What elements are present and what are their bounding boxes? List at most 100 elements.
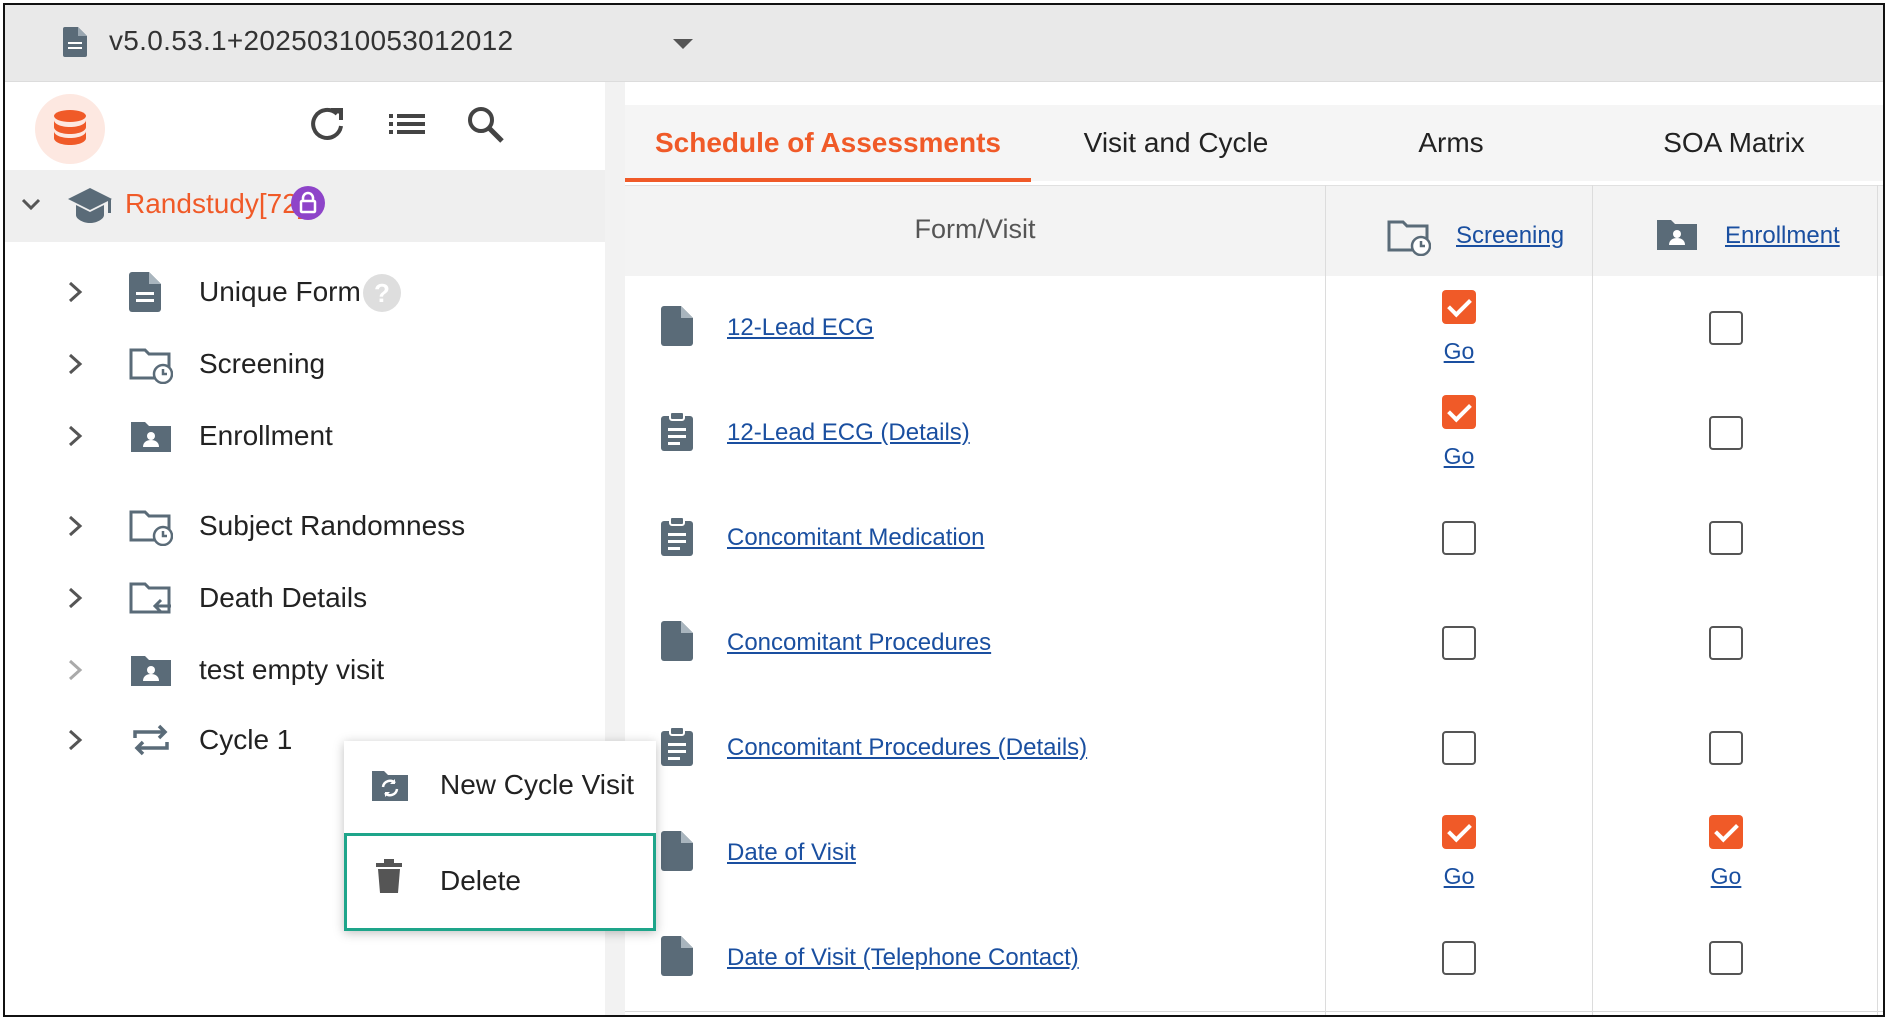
chevron-right-icon[interactable] <box>65 586 85 615</box>
chevron-right-icon[interactable] <box>65 658 85 687</box>
form-link[interactable]: Date of Visit (Telephone Contact) <box>727 944 1079 972</box>
chevron-right-icon[interactable] <box>65 514 85 543</box>
tree-item-label: Subject Randomness <box>199 510 466 541</box>
version-label: v5.0.53.1+20250310053012012 <box>109 25 514 56</box>
checkbox[interactable] <box>1709 311 1743 345</box>
table-row: Date of Visit (Telephone Contact) <box>625 906 1883 1012</box>
checkbox[interactable] <box>1709 521 1743 555</box>
visit-cell <box>1326 906 1590 1011</box>
tree-item-label: Enrollment <box>199 420 333 451</box>
checkbox[interactable] <box>1709 416 1743 450</box>
checkbox[interactable] <box>1442 626 1476 660</box>
folder-clock-icon <box>129 344 174 389</box>
refresh-icon[interactable] <box>307 104 347 149</box>
search-icon[interactable] <box>465 104 505 149</box>
tree-root-study[interactable]: Randstudy[72] <box>5 170 605 242</box>
visit-cell <box>1326 591 1590 696</box>
checkbox-checked[interactable] <box>1442 815 1476 849</box>
form-link[interactable]: Concomitant Medication <box>727 524 984 552</box>
checkbox[interactable] <box>1709 626 1743 660</box>
tree-item-death-details[interactable]: Death Details <box>5 568 605 628</box>
form-link[interactable]: 12-Lead ECG <box>727 314 874 342</box>
column-divider <box>1325 185 1326 1015</box>
tab-soa-matrix[interactable]: SOA Matrix <box>1581 105 1883 181</box>
go-link[interactable]: Go <box>1709 863 1743 890</box>
visit-cell: Go <box>1326 276 1590 381</box>
active-tab-indicator <box>625 178 1031 182</box>
tree-item-subject-randomness[interactable]: Subject Randomness <box>5 496 605 556</box>
delete-highlight <box>344 833 656 931</box>
document-icon <box>661 936 693 981</box>
visit-cell: Go <box>1326 801 1590 906</box>
tree-item-label: Cycle 1 <box>199 724 293 755</box>
tree-item-test-empty-visit[interactable]: test empty visit <box>5 640 605 700</box>
chevron-right-icon[interactable] <box>65 728 85 757</box>
folder-person-icon <box>129 416 173 461</box>
table-header: Form/Visit Screening Enrollment <box>625 185 1883 277</box>
checkbox-checked[interactable] <box>1442 395 1476 429</box>
tree-item-unique-form[interactable]: Unique Form ? <box>5 262 605 322</box>
document-icon <box>661 831 693 876</box>
form-link[interactable]: Concomitant Procedures <box>727 629 991 657</box>
cycle-folder-icon <box>370 767 410 808</box>
tab-bar: Schedule of Assessments Visit and Cycle … <box>625 105 1883 181</box>
table-row: Concomitant Medication <box>625 486 1883 592</box>
study-name: Randstudy[72] <box>125 188 306 219</box>
tree-item-enrollment[interactable]: Enrollment <box>5 406 605 466</box>
visit-cell <box>1593 486 1857 591</box>
column-header-enrollment[interactable]: Enrollment <box>1725 222 1840 250</box>
folder-arrow-icon <box>129 578 173 623</box>
help-icon[interactable]: ? <box>363 274 401 312</box>
database-icon[interactable] <box>35 94 105 164</box>
list-icon[interactable] <box>387 104 427 149</box>
table-row: Concomitant Procedures (Details) <box>625 696 1883 802</box>
app-window: v5.0.53.1+20250310053012012 Randstudy[72… <box>3 3 1885 1017</box>
version-bar[interactable]: v5.0.53.1+20250310053012012 <box>5 5 1883 82</box>
folder-clock-icon <box>1387 216 1432 261</box>
go-link[interactable]: Go <box>1442 863 1476 890</box>
checkbox[interactable] <box>1442 731 1476 765</box>
tree-item-screening[interactable]: Screening <box>5 334 605 394</box>
tab-visit-and-cycle[interactable]: Visit and Cycle <box>1031 105 1321 181</box>
checkbox[interactable] <box>1442 521 1476 555</box>
checkbox[interactable] <box>1709 941 1743 975</box>
go-link[interactable]: Go <box>1442 443 1476 470</box>
chevron-right-icon[interactable] <box>65 280 85 309</box>
checkbox-checked[interactable] <box>1442 290 1476 324</box>
cycle-icon <box>129 720 173 765</box>
tab-arms[interactable]: Arms <box>1321 105 1581 181</box>
checkbox[interactable] <box>1709 731 1743 765</box>
tree-item-label: Death Details <box>199 582 368 613</box>
visit-cell <box>1593 276 1857 381</box>
document-icon <box>661 621 693 666</box>
table-row: Date of Visit Go Go <box>625 801 1883 907</box>
column-header-screening[interactable]: Screening <box>1456 222 1564 250</box>
visit-cell <box>1326 486 1590 591</box>
checkbox[interactable] <box>1442 941 1476 975</box>
visit-cell <box>1593 591 1857 696</box>
chevron-right-icon[interactable] <box>65 424 85 453</box>
tree-item-label: Screening <box>199 348 326 379</box>
visit-cell <box>1593 696 1857 801</box>
menu-item-new-cycle-visit[interactable]: New Cycle Visit <box>344 741 656 831</box>
tab-schedule-of-assessments[interactable]: Schedule of Assessments <box>625 105 1031 181</box>
clipboard-icon <box>661 516 693 561</box>
form-link[interactable]: Concomitant Procedures (Details) <box>727 734 1087 762</box>
graduation-cap-icon <box>67 184 113 231</box>
checkbox-checked[interactable] <box>1709 815 1743 849</box>
table-row: Concomitant Procedures <box>625 591 1883 697</box>
document-icon <box>129 272 161 317</box>
visit-cell <box>1593 906 1857 1011</box>
form-link[interactable]: 12-Lead ECG (Details) <box>727 419 970 447</box>
chevron-down-icon[interactable] <box>19 192 43 221</box>
go-link[interactable]: Go <box>1442 338 1476 365</box>
menu-item-label: New Cycle Visit <box>440 769 634 800</box>
column-divider <box>1592 185 1593 1015</box>
document-icon <box>63 27 87 62</box>
form-link[interactable]: Date of Visit <box>727 839 856 867</box>
form-visit-header: Form/Visit <box>914 214 1036 244</box>
chevron-down-icon[interactable] <box>673 39 693 49</box>
lock-icon <box>291 186 325 220</box>
chevron-right-icon[interactable] <box>65 352 85 381</box>
tree-item-label: test empty visit <box>199 654 385 685</box>
